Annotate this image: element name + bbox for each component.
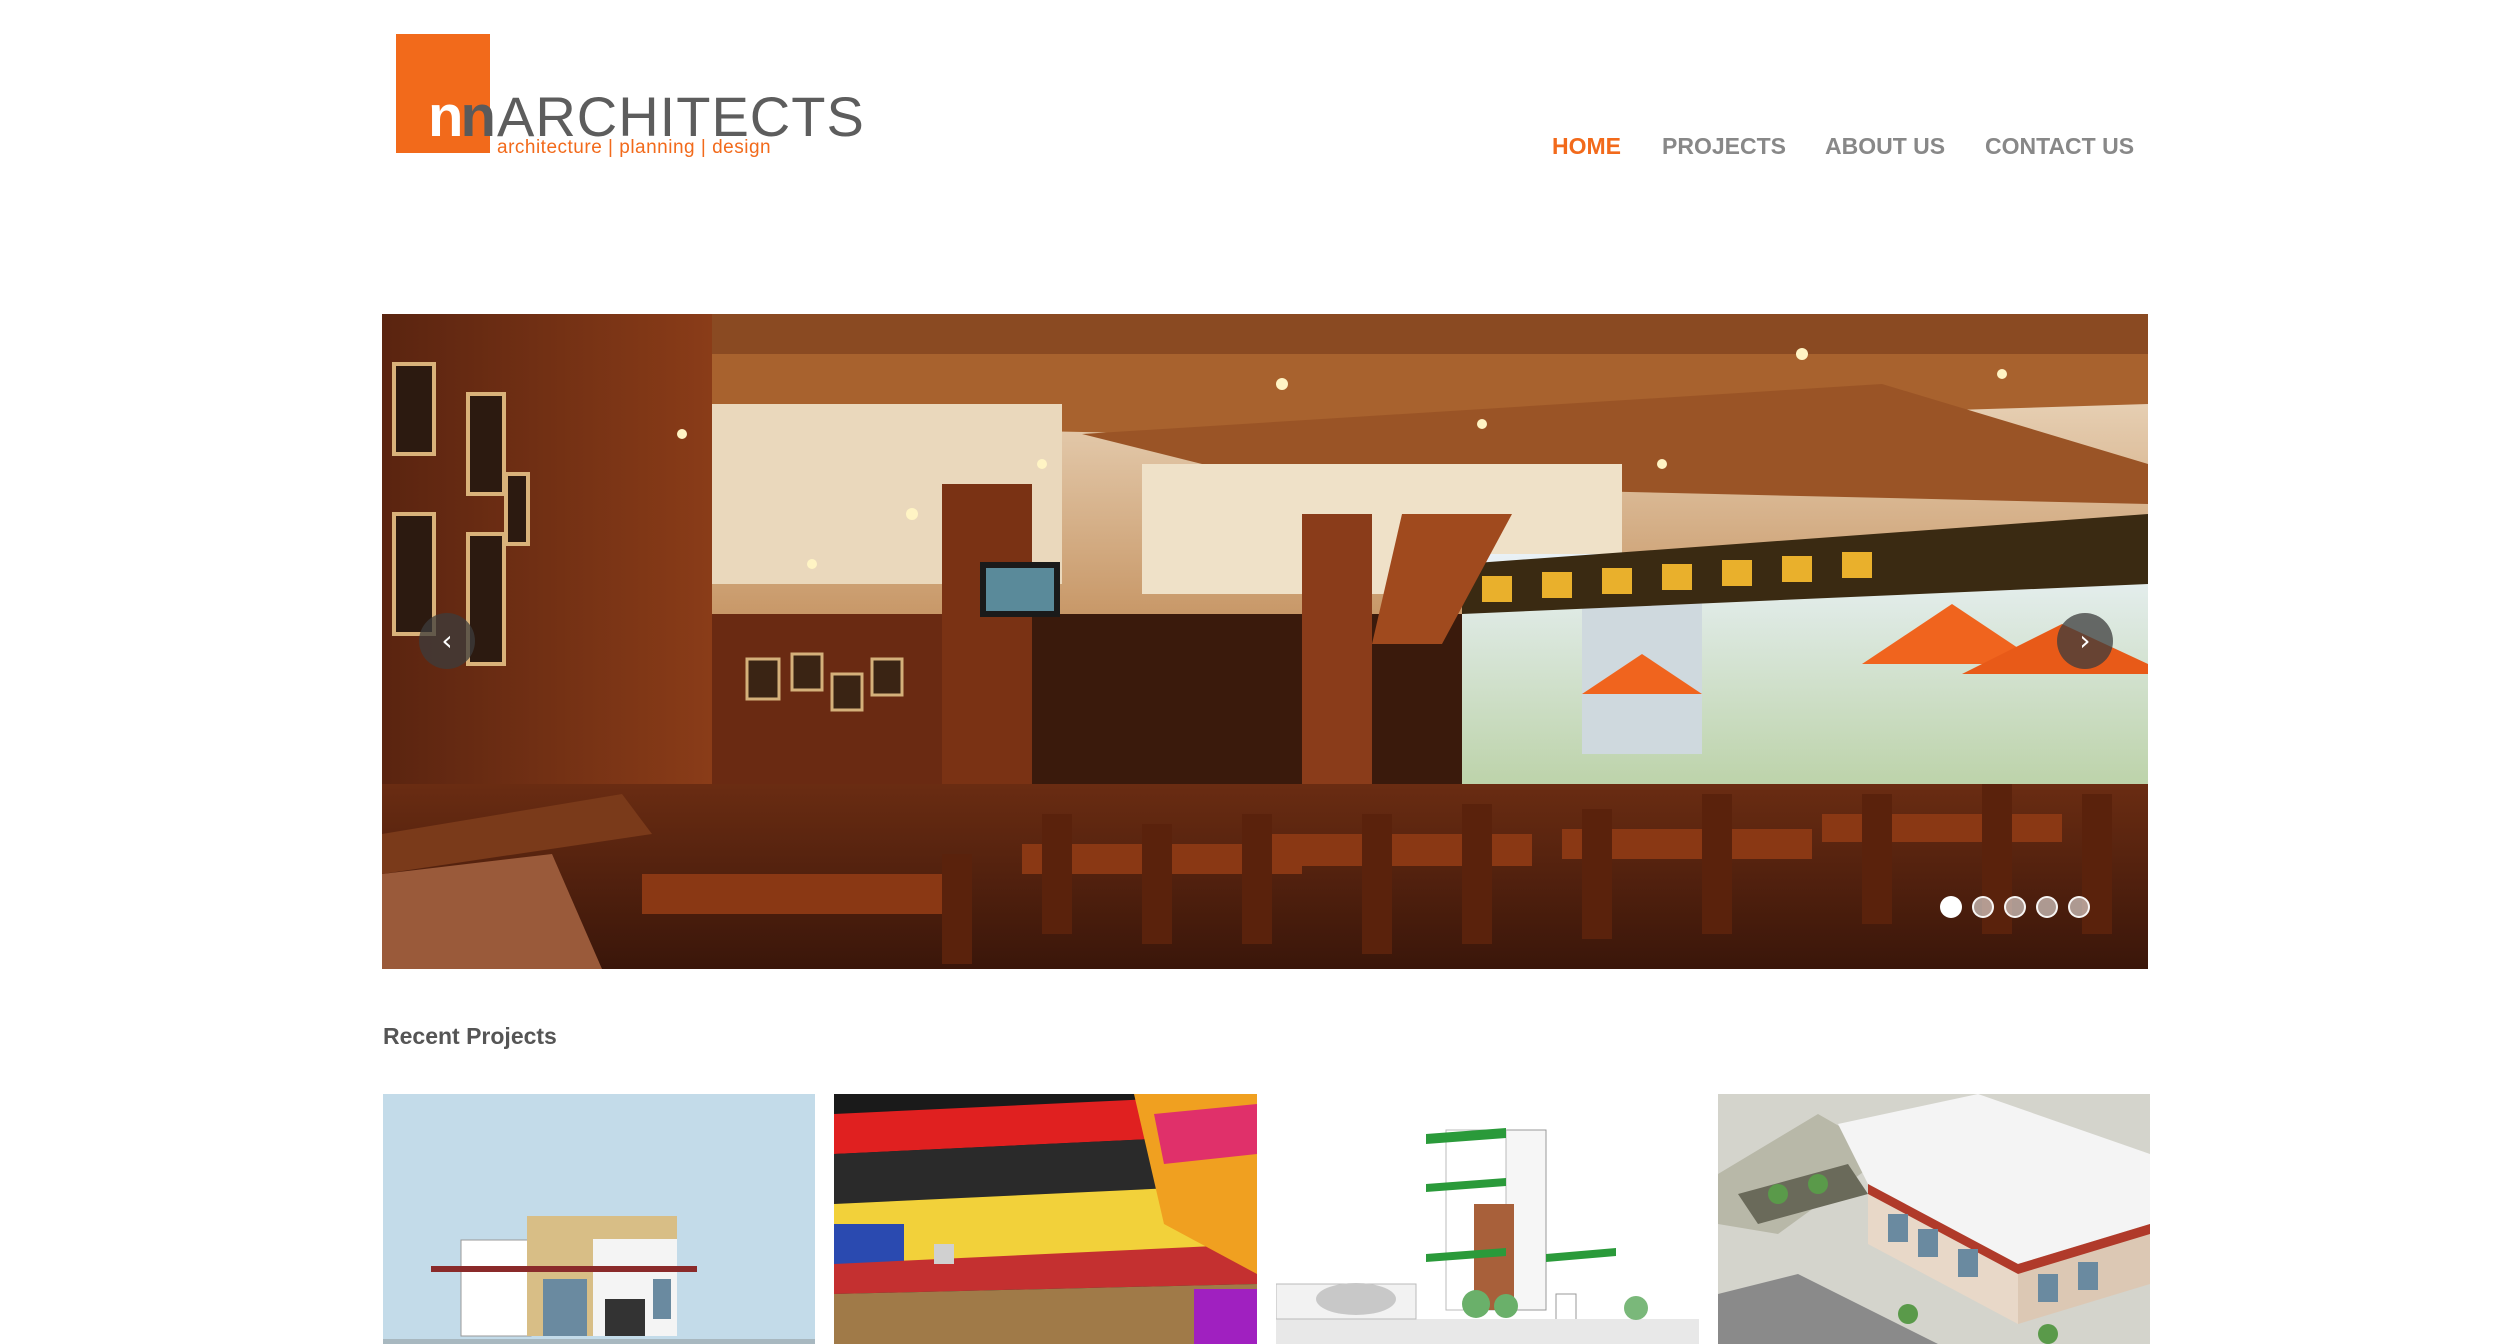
slider-dot-2[interactable] <box>1972 896 1994 918</box>
logo-tagline: architecture | planning | design <box>497 137 772 158</box>
project-image-4 <box>1718 1094 2150 1344</box>
slider-dot-3[interactable] <box>2004 896 2026 918</box>
project-thumbnail-3[interactable] <box>1276 1094 1699 1344</box>
hero-slide-image <box>382 314 2148 969</box>
site-logo[interactable]: nn ARCHITECTS architecture | planning | … <box>393 34 864 164</box>
recent-projects-heading: Recent Projects <box>383 1023 557 1049</box>
slider-dot-5[interactable] <box>2068 896 2090 918</box>
project-thumbnail-1[interactable] <box>383 1094 815 1344</box>
nav-contact-us[interactable]: CONTACT US <box>1985 130 2134 162</box>
project-image-1 <box>383 1094 815 1344</box>
project-thumbnail-4[interactable] <box>1718 1094 2150 1344</box>
chevron-left-icon: ‹ <box>441 624 453 657</box>
slider-next-button[interactable]: › <box>2057 613 2113 669</box>
logo-mark-tail: n <box>460 84 495 149</box>
project-image-2 <box>834 1094 1257 1344</box>
chevron-right-icon: › <box>2079 624 2091 657</box>
nav-about-us[interactable]: ABOUT US <box>1825 130 1945 162</box>
slider-dot-4[interactable] <box>2036 896 2058 918</box>
slider-prev-button[interactable]: ‹ <box>419 613 475 669</box>
slider-dot-1[interactable] <box>1940 896 1962 918</box>
project-image-3 <box>1276 1094 1699 1344</box>
logo-mark-text: nn <box>428 84 496 149</box>
hero-slider: ‹ › <box>382 314 2148 969</box>
nav-home[interactable]: HOME <box>1552 130 1621 162</box>
nav-projects[interactable]: PROJECTS <box>1662 130 1786 162</box>
project-thumbnail-2[interactable] <box>834 1094 1257 1344</box>
